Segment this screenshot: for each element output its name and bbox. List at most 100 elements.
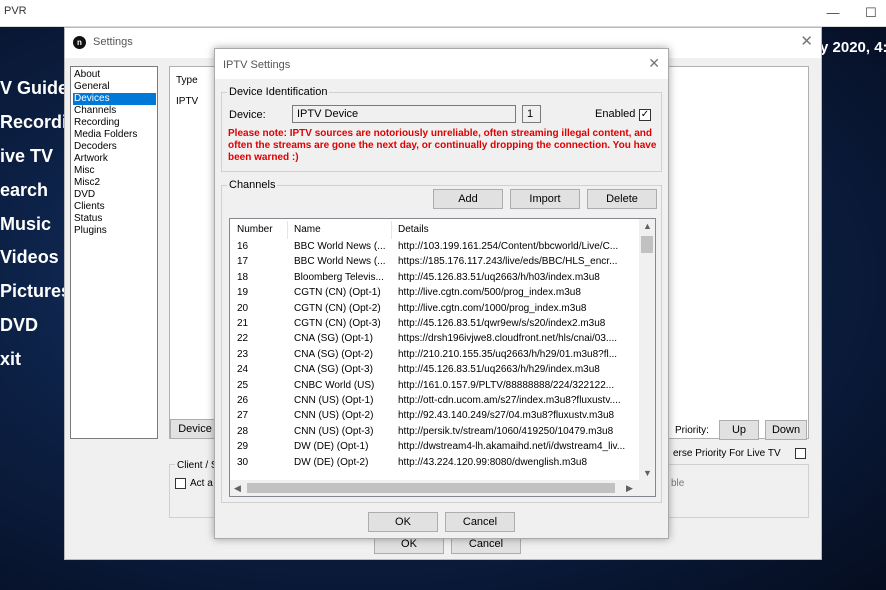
settings-nav-item-dvd[interactable]: DVD xyxy=(73,189,97,201)
settings-nav-item-media-folders[interactable]: Media Folders xyxy=(73,129,139,141)
channel-name-cell: CNA (SG) (Opt-1) xyxy=(294,333,373,345)
column-header-details[interactable]: Details xyxy=(398,224,429,235)
table-row[interactable]: 26 CNN (US) (Opt-1) http://ott-cdn.ucom.am… xyxy=(230,395,640,410)
channel-name-cell: Bloomberg Televis... xyxy=(294,271,384,283)
channel-number-cell: 19 xyxy=(237,287,249,299)
settings-nav-item-recording[interactable]: Recording xyxy=(73,117,122,129)
channel-name-cell: CGTN (CN) (Opt-3) xyxy=(294,318,381,329)
table-row[interactable]: 21 CGTN (CN) (Opt-3) http://45.126.83.51/q… xyxy=(230,318,640,333)
settings-title: Settings xyxy=(93,36,133,48)
ble-label: ble xyxy=(671,478,685,489)
table-row[interactable]: 19 CGTN (CN) (Opt-1) http://live.cgtn.com/… xyxy=(230,287,640,302)
close-icon[interactable]: ✕ xyxy=(800,32,813,50)
channel-name-cell: CGTN (CN) (Opt-1) xyxy=(294,287,381,299)
reverse-priority-checkbox[interactable] xyxy=(795,448,806,459)
channel-name-cell: BBC World News (... xyxy=(294,241,386,252)
settings-nav-item-plugins[interactable]: Plugins xyxy=(73,225,109,237)
import-button[interactable]: Import xyxy=(510,189,580,209)
channel-number-cell: 30 xyxy=(237,456,249,468)
scroll-down-icon[interactable]: ▼ xyxy=(643,468,652,478)
settings-nav-list: About General Devices Channels Recording… xyxy=(70,66,158,439)
clock-text: y 2020, 4: xyxy=(820,39,886,56)
table-row[interactable]: 18 Bloomberg Televis... http://45.126.83.5… xyxy=(230,272,640,287)
device-label: Device: xyxy=(229,109,266,121)
close-icon[interactable]: ✕ xyxy=(648,55,660,72)
scroll-right-icon[interactable]: ▶ xyxy=(626,483,633,494)
table-row[interactable]: 20 CGTN (CN) (Opt-2) http://live.cgtn.com/… xyxy=(230,303,640,318)
table-row[interactable]: 29 DW (DE) (Opt-1) http://dwstream4-lh.aka… xyxy=(230,441,640,456)
device-name-field[interactable]: IPTV Device xyxy=(292,105,516,123)
channel-number-cell: 17 xyxy=(237,256,249,268)
vertical-scrollbar[interactable]: ▲ ▼ xyxy=(639,219,655,481)
settings-nav-item-status[interactable]: Status xyxy=(73,213,104,225)
add-button[interactable]: Add xyxy=(433,189,503,209)
column-separator[interactable] xyxy=(391,221,392,239)
settings-nav-item-devices[interactable]: Devices xyxy=(73,93,156,105)
settings-nav-item-artwork[interactable]: Artwork xyxy=(73,153,110,165)
horizontal-scrollbar[interactable]: ◀ ▶ xyxy=(230,480,640,496)
settings-nav-item-misc2[interactable]: Misc2 xyxy=(73,177,102,189)
scroll-left-icon[interactable]: ◀ xyxy=(234,483,241,494)
channel-number-cell: 24 xyxy=(237,364,249,376)
channel-name-cell: CNBC World (US) xyxy=(294,379,375,391)
column-header-number[interactable]: Number xyxy=(237,224,273,235)
channel-name-cell: DW (DE) (Opt-1) xyxy=(294,441,369,453)
nav-item-search[interactable]: earch xyxy=(0,180,48,201)
device-number-field[interactable]: 1 xyxy=(522,105,541,123)
channel-name-cell: CNN (US) (Opt-2) xyxy=(294,410,374,422)
enabled-checkbox[interactable]: ✓ xyxy=(639,109,651,121)
table-row[interactable]: 30 DW (DE) (Opt-2) http://43.224.120.99:80… xyxy=(230,457,640,472)
channel-details-cell: https://drsh196ivjwe8.cloudfront.net/hls… xyxy=(398,333,618,345)
settings-nav-item-general[interactable]: General xyxy=(73,81,112,93)
nav-item-pictures[interactable]: Pictures xyxy=(0,281,71,302)
table-row[interactable]: 22 CNA (SG) (Opt-1) https://drsh196ivjwe8.… xyxy=(230,333,640,348)
up-button[interactable]: Up xyxy=(719,420,759,440)
act-checkbox[interactable] xyxy=(175,478,186,489)
nav-item-tv-guide[interactable]: V Guide xyxy=(0,78,68,99)
iptv-ok-button[interactable]: OK xyxy=(368,512,438,532)
column-separator[interactable] xyxy=(287,221,288,239)
nav-item-live-tv[interactable]: ive TV xyxy=(0,146,53,167)
channel-details-cell: http://210.210.155.35/uq2663/h/h29/01.m3… xyxy=(398,348,618,360)
table-row[interactable]: 23 CNA (SG) (Opt-2) http://210.210.155.35/… xyxy=(230,349,640,364)
nav-item-videos[interactable]: Videos xyxy=(0,247,59,268)
settings-nav-item-misc[interactable]: Misc xyxy=(73,165,97,177)
table-row[interactable]: 25 CNBC World (US) http://161.0.157.9/PLTV… xyxy=(230,380,640,395)
channel-details-cell: http://45.126.83.51/uq2663/h/h03/index.m… xyxy=(398,271,600,283)
vertical-scroll-thumb[interactable] xyxy=(641,236,653,253)
settings-nav-item-clients[interactable]: Clients xyxy=(73,201,107,213)
channel-details-cell: http://live.cgtn.com/500/prog_index.m3u8 xyxy=(398,287,581,299)
channel-details-cell: http://ott-cdn.ucom.am/s27/index.m3u8?fl… xyxy=(398,395,621,406)
channel-name-cell: CNA (SG) (Opt-3) xyxy=(294,364,373,376)
column-header-name[interactable]: Name xyxy=(294,224,321,235)
settings-nav-item-decoders[interactable]: Decoders xyxy=(73,141,119,153)
channel-name-cell: CGTN (CN) (Opt-2) xyxy=(294,302,381,314)
delete-button[interactable]: Delete xyxy=(587,189,657,209)
table-row[interactable]: 27 CNN (US) (Opt-2) http://92.43.140.249/s… xyxy=(230,410,640,425)
scrollbar-corner xyxy=(639,480,655,496)
minimize-icon[interactable]: — xyxy=(818,2,848,24)
table-row[interactable]: 24 CNA (SG) (Opt-3) http://45.126.83.51/uq… xyxy=(230,364,640,379)
scroll-up-icon[interactable]: ▲ xyxy=(643,221,652,231)
channel-details-cell: http://43.224.120.99:8080/dwenglish.m3u8 xyxy=(398,456,588,468)
table-row[interactable]: 28 CNN (US) (Opt-3) http://persik.tv/strea… xyxy=(230,426,640,441)
channel-list: Number Name Details 16 BBC World News (..… xyxy=(229,218,656,497)
app-titlebar: PVR — ☐ xyxy=(0,0,886,27)
channel-details-cell: http://45.126.83.51/uq2663/h/h29/index.m… xyxy=(398,364,600,376)
nav-item-dvd[interactable]: DVD xyxy=(0,315,38,336)
maximize-icon[interactable]: ☐ xyxy=(856,2,886,24)
table-row[interactable]: 17 BBC World News (... https://185.176.117… xyxy=(230,256,640,271)
down-button[interactable]: Down xyxy=(765,420,807,440)
nav-item-music[interactable]: Music xyxy=(0,214,51,235)
channel-details-cell: http://103.199.161.254/Content/bbcworld/… xyxy=(398,241,619,252)
channel-details-cell: http://161.0.157.9/PLTV/88888888/224/322… xyxy=(398,379,615,391)
horizontal-scroll-thumb[interactable] xyxy=(247,483,615,493)
enabled-label: Enabled xyxy=(595,108,636,120)
settings-nav-item-channels[interactable]: Channels xyxy=(73,105,118,117)
device-button[interactable]: Device xyxy=(170,419,220,439)
table-row[interactable]: 16 BBC World News (... http://103.199.161.… xyxy=(230,241,640,256)
iptv-cancel-button[interactable]: Cancel xyxy=(445,512,515,532)
settings-nav-item-about[interactable]: About xyxy=(73,69,102,81)
device-table-row[interactable]: IPTV xyxy=(176,96,198,107)
nav-item-exit[interactable]: xit xyxy=(0,349,21,370)
